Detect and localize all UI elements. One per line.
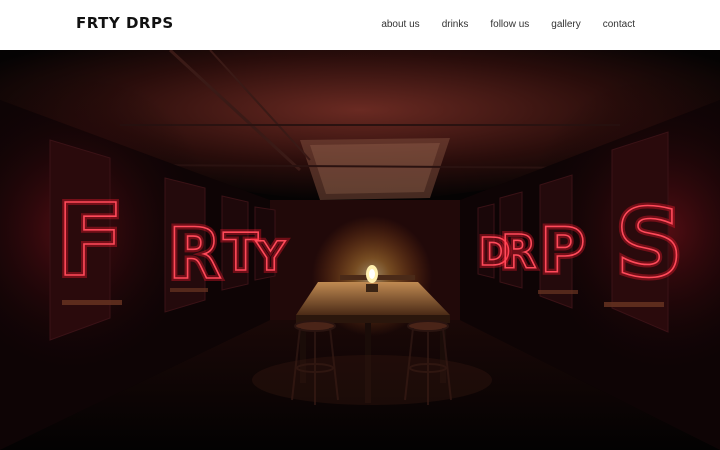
nav-drinks[interactable]: drinks — [442, 19, 469, 30]
site-header: FRTY DRPS about us drinks follow us gall… — [0, 0, 720, 50]
neon-letter-t: T — [223, 223, 259, 283]
neon-letter-f-line: F — [56, 182, 124, 299]
neon-letter-s: S — [615, 189, 683, 299]
neon-letter-y: Y — [255, 234, 286, 280]
brand-logo[interactable]: FRTY DRPS — [76, 14, 174, 32]
hero-image: F F R R T T Y Y D D R R P P S S — [0, 50, 720, 450]
bar-interior-photo: F F R R T T Y Y D D R R P P S S — [0, 50, 720, 450]
neon-letter-p: P — [540, 214, 585, 287]
nav-gallery[interactable]: gallery — [551, 19, 580, 30]
nav-about-us[interactable]: about us — [381, 19, 419, 30]
neon-letter-r: R — [168, 213, 222, 295]
nav-follow-us[interactable]: follow us — [490, 19, 529, 30]
main-nav: about us drinks follow us gallery contac… — [381, 19, 635, 30]
neon-letter-r2: R — [501, 225, 536, 279]
nav-contact[interactable]: contact — [603, 19, 635, 30]
